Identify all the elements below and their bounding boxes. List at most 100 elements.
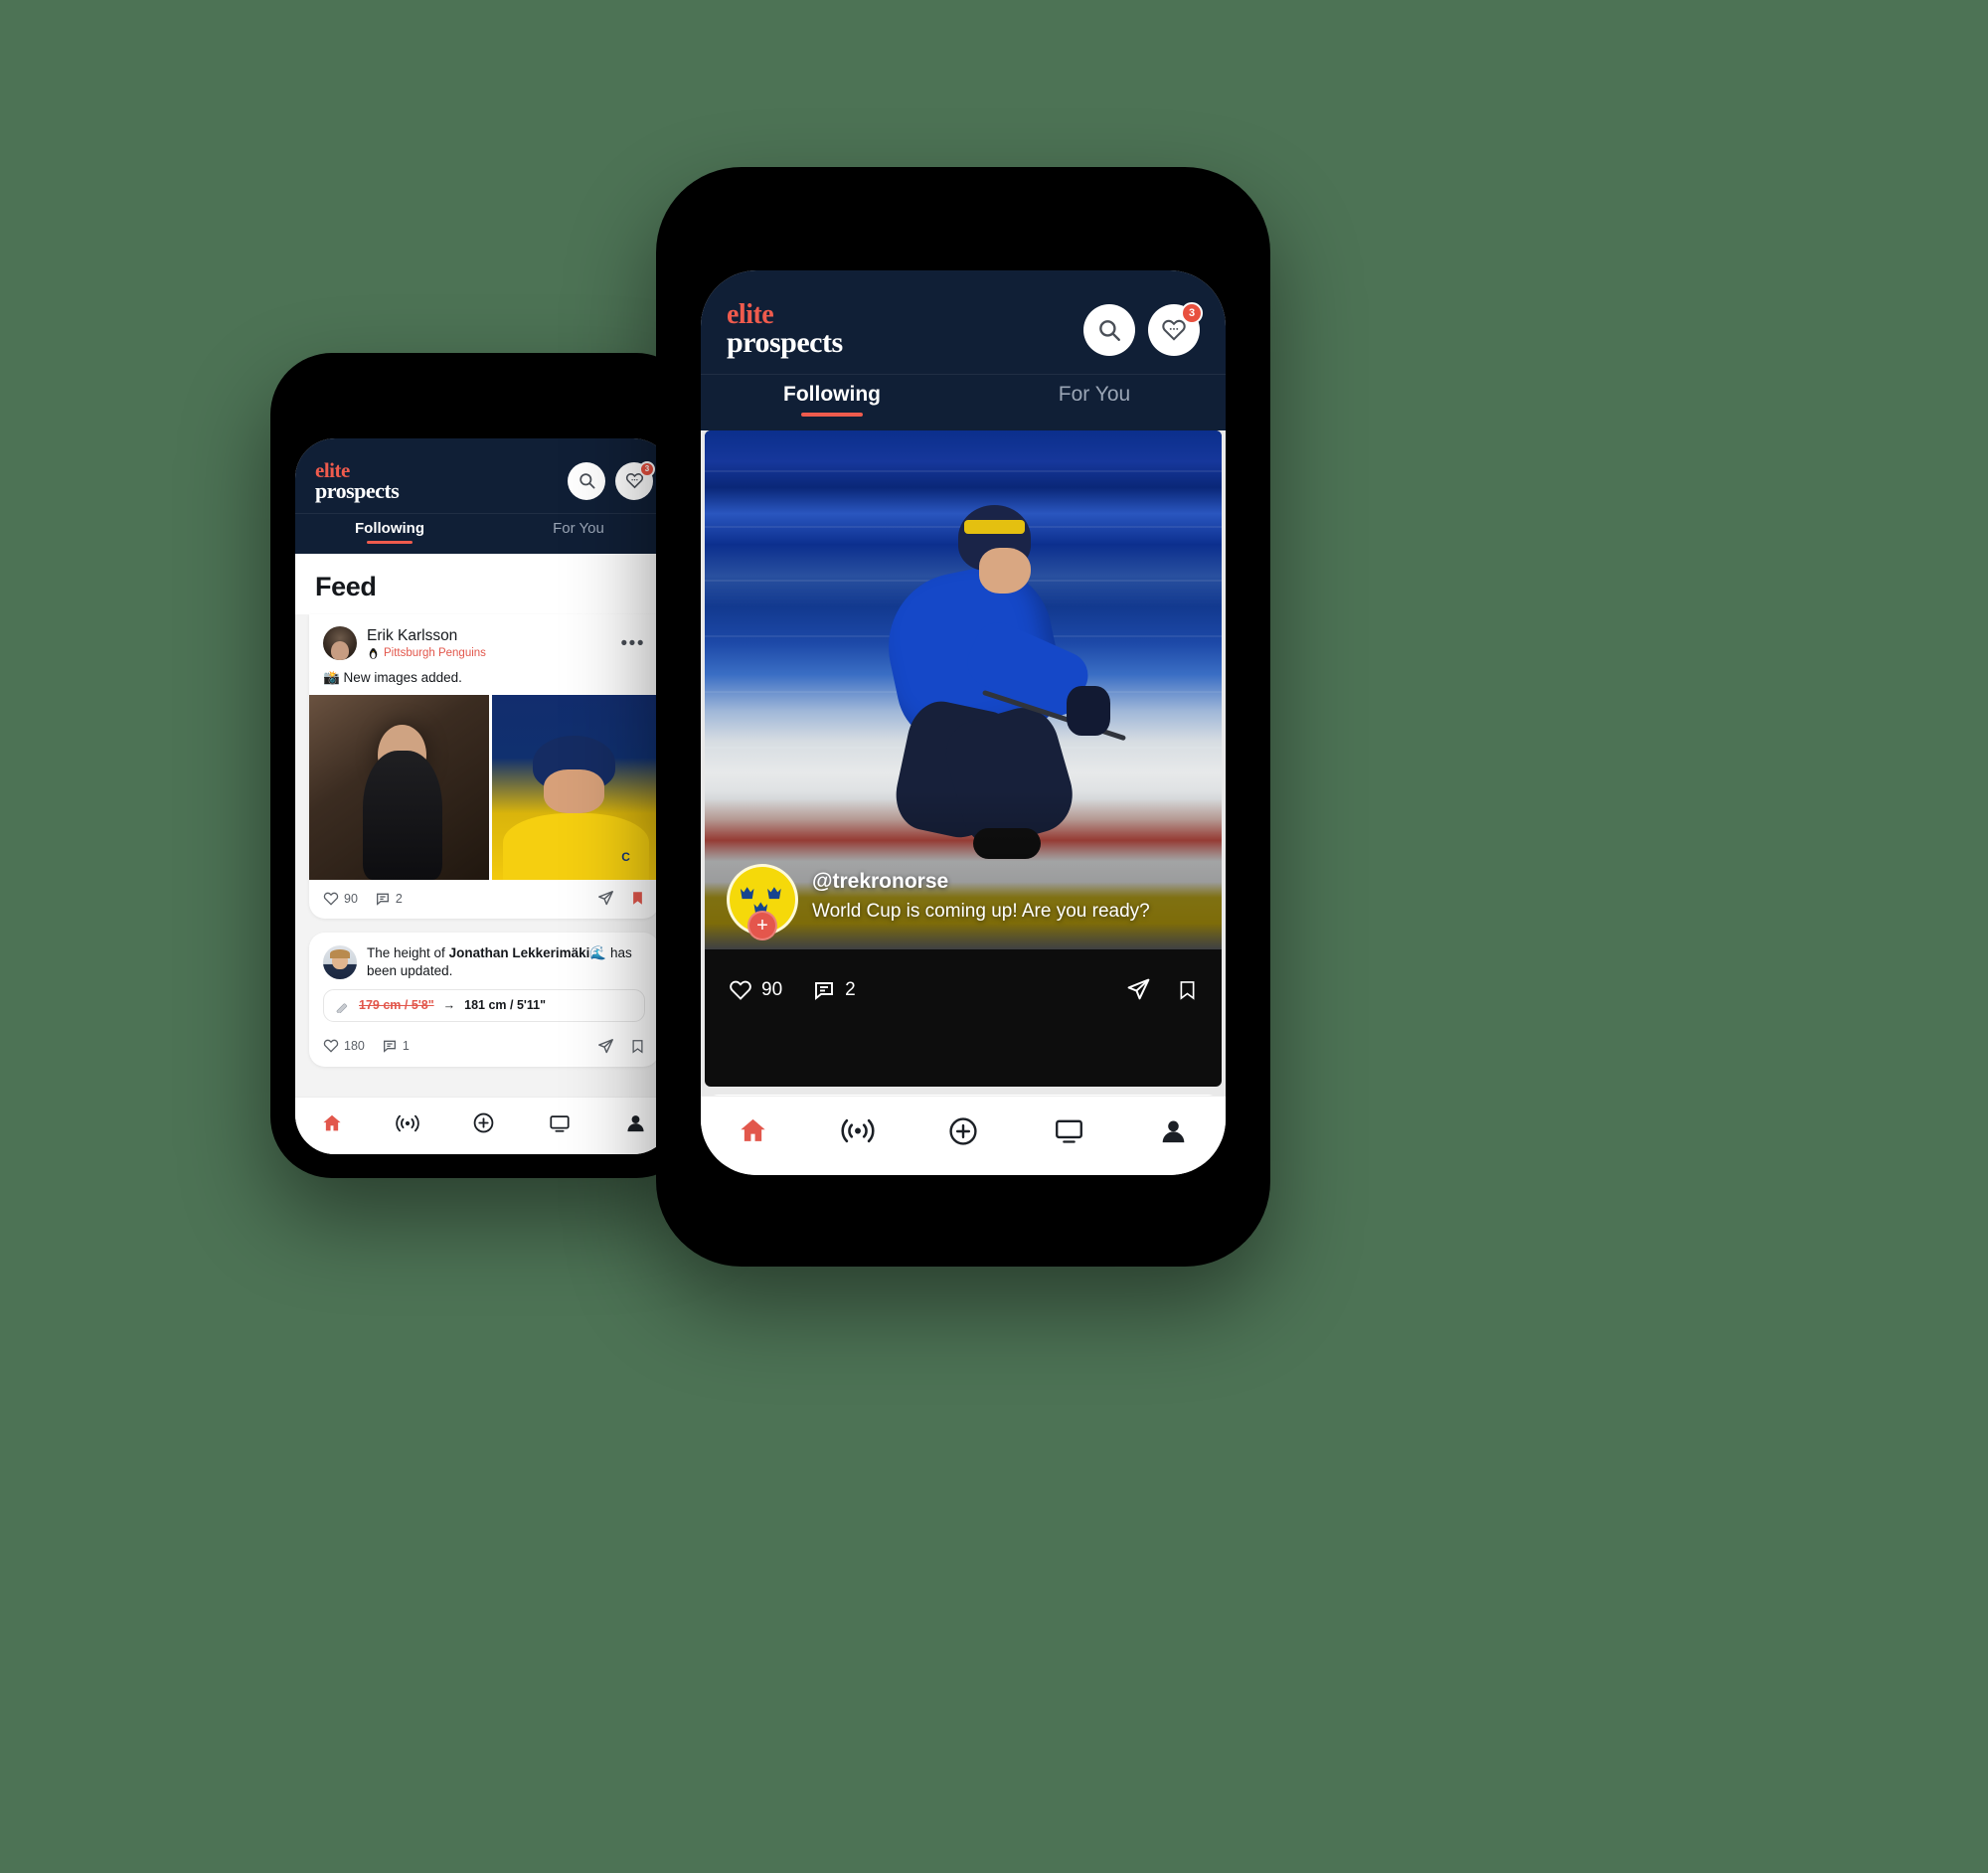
nav-add[interactable]: [947, 1115, 979, 1147]
penguins-logo-icon: [367, 647, 380, 660]
comment-button[interactable]: 2: [375, 891, 403, 907]
update-player-name[interactable]: Jonathan Lekkerimäki: [449, 945, 590, 960]
like-count: 90: [761, 978, 783, 1000]
comment-icon: [382, 1038, 398, 1054]
nav-profile[interactable]: [624, 1111, 647, 1134]
comment-count: 1: [402, 1039, 410, 1054]
add-circle-icon: [472, 1111, 495, 1134]
post-team-label: Pittsburgh Penguins: [384, 647, 486, 660]
nav-profile[interactable]: [1158, 1115, 1189, 1146]
post-text: 📸 New images added.: [323, 670, 462, 686]
live-broadcast-icon: [396, 1112, 419, 1134]
story-card[interactable]: + @trekronorse World Cup is coming up! A…: [705, 429, 1222, 1087]
screenshot-stage: elite prospects 3 Following For You Feed…: [0, 0, 1988, 1873]
bookmark-icon[interactable]: [1177, 978, 1198, 1002]
heart-icon: [323, 1038, 339, 1054]
post-header: The height of Jonathan Lekkerimäki🌊 has …: [309, 933, 659, 988]
story-actions: 90 2: [705, 949, 1222, 1031]
feed-container-small[interactable]: Feed Erik Karlsson Pittsburgh Penguins •…: [295, 554, 673, 1097]
post-image-1[interactable]: [309, 695, 490, 881]
nav-live[interactable]: [841, 1115, 875, 1146]
phone-mockup-small: elite prospects 3 Following For You Feed…: [270, 353, 698, 1178]
like-count: 90: [344, 891, 358, 906]
share-icon[interactable]: [597, 1038, 614, 1055]
search-button[interactable]: [1083, 303, 1135, 356]
tab-for-you-label: For You: [1058, 382, 1131, 406]
heart-notification-icon: [1161, 317, 1187, 343]
feed-tabs-large: Following For You: [701, 373, 1226, 430]
story-feed-container[interactable]: + @trekronorse World Cup is coming up! A…: [701, 429, 1226, 1096]
feed-tabs-small: Following For You: [295, 513, 673, 555]
logo-line-1: elite: [727, 299, 774, 330]
feed-post-height-update: The height of Jonathan Lekkerimäki🌊 has …: [309, 933, 659, 1067]
nav-screen[interactable]: [548, 1112, 572, 1134]
like-count: 180: [344, 1039, 365, 1054]
comment-button[interactable]: 1: [382, 1038, 410, 1054]
post-team[interactable]: Pittsburgh Penguins: [367, 647, 486, 660]
story-text-block: @trekronorse World Cup is coming up! Are…: [812, 864, 1150, 923]
post-author-name[interactable]: Erik Karlsson: [367, 627, 486, 646]
share-icon[interactable]: [597, 890, 614, 907]
comment-icon: [812, 978, 836, 1002]
nav-live[interactable]: [396, 1112, 419, 1134]
post-header: Erik Karlsson Pittsburgh Penguins •••: [309, 614, 659, 668]
next-card-peek: [705, 1094, 1222, 1096]
logo-line-1: elite: [315, 458, 350, 482]
follow-plus-badge[interactable]: +: [747, 910, 777, 940]
tab-following[interactable]: Following: [701, 383, 963, 417]
avatar[interactable]: [323, 945, 357, 980]
app-header-small: elite prospects 3: [295, 438, 673, 514]
nav-home[interactable]: [321, 1112, 343, 1134]
app-header-large: elite prospects 3: [701, 270, 1226, 374]
notifications-button[interactable]: 3: [615, 460, 655, 500]
update-text-prefix: The height of: [367, 945, 449, 961]
like-button[interactable]: 180: [323, 1038, 365, 1054]
home-icon: [738, 1115, 768, 1146]
search-button[interactable]: [568, 461, 605, 500]
home-icon: [321, 1112, 343, 1134]
share-icon[interactable]: [1126, 977, 1151, 1002]
heart-icon: [729, 978, 752, 1002]
height-new-value: 181 cm / 5'11": [464, 998, 547, 1013]
height-old-value: 179 cm / 5'8": [359, 998, 434, 1013]
ruler-icon: [335, 998, 350, 1013]
notifications-button[interactable]: 3: [1148, 301, 1203, 356]
avatar[interactable]: [323, 626, 357, 661]
arrow-icon: →: [442, 998, 456, 1013]
comment-button[interactable]: 2: [812, 978, 856, 1002]
post-secondary-actions: [597, 1038, 645, 1055]
live-broadcast-icon: [841, 1115, 875, 1146]
post-actions: 180 1: [309, 1028, 659, 1067]
tab-for-you[interactable]: For You: [484, 520, 673, 544]
post-author-block: Erik Karlsson Pittsburgh Penguins: [367, 627, 486, 660]
header-actions-small: 3: [568, 460, 655, 500]
tab-following[interactable]: Following: [295, 520, 484, 545]
like-button[interactable]: 90: [729, 978, 782, 1002]
post-secondary-actions: [597, 890, 645, 907]
story-caption-overlay: + @trekronorse World Cup is coming up! A…: [705, 863, 1222, 949]
three-crowns-sweden-avatar[interactable]: +: [727, 863, 798, 940]
profile-icon: [1158, 1115, 1189, 1146]
bottom-navigation-large: [701, 1096, 1226, 1175]
bookmark-icon[interactable]: [630, 1038, 645, 1055]
screen-monitor-icon: [548, 1112, 572, 1134]
post-update-text: The height of Jonathan Lekkerimäki🌊 has …: [367, 944, 645, 980]
bookmark-filled-icon[interactable]: [630, 890, 645, 907]
post-media-gallery[interactable]: C: [309, 695, 659, 881]
tab-for-you-label: For You: [553, 520, 604, 538]
nav-screen[interactable]: [1053, 1115, 1085, 1146]
story-username[interactable]: @trekronorse: [812, 870, 1150, 894]
more-options-icon[interactable]: •••: [621, 634, 645, 653]
height-update-row: 179 cm / 5'8" → 181 cm / 5'11": [323, 988, 645, 1022]
comment-icon: [375, 891, 391, 907]
screen-monitor-icon: [1053, 1115, 1085, 1146]
like-button[interactable]: 90: [323, 891, 358, 907]
nav-add[interactable]: [472, 1111, 495, 1134]
tab-following-label: Following: [783, 382, 881, 406]
header-actions-large: 3: [1083, 301, 1203, 356]
tab-for-you[interactable]: For You: [963, 383, 1226, 417]
notification-badge: 3: [639, 460, 655, 477]
post-image-2[interactable]: C: [492, 695, 659, 881]
story-caption: World Cup is coming up! Are you ready?: [812, 900, 1150, 922]
nav-home[interactable]: [738, 1115, 768, 1146]
